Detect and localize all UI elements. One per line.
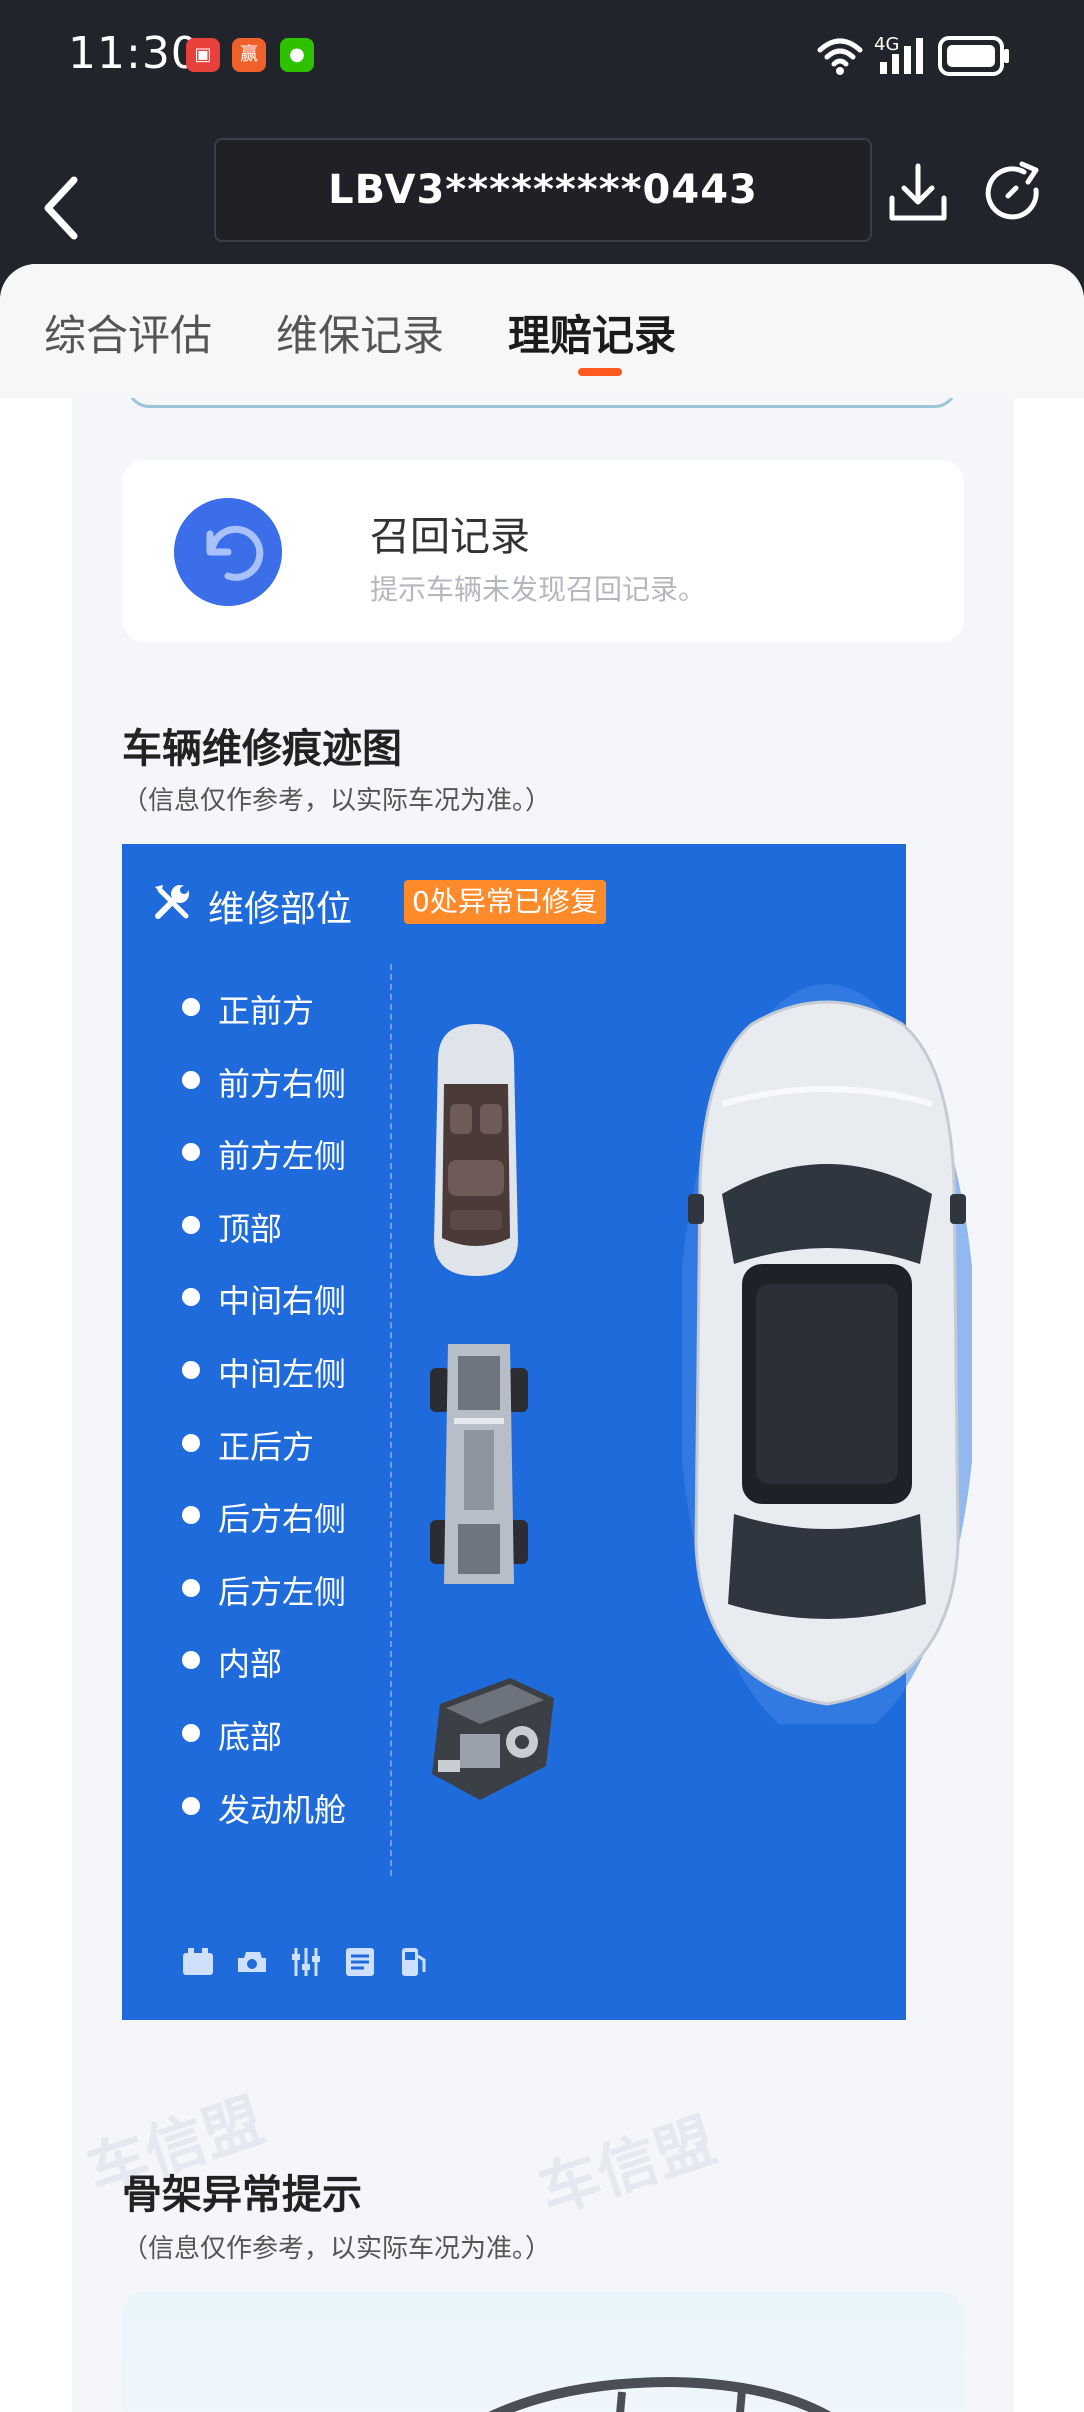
active-tab-indicator: [578, 368, 622, 376]
back-arrow-icon[interactable]: [38, 168, 88, 248]
frame-alert-note: （信息仅作参考，以实际车况为准。）: [122, 2234, 552, 2264]
bullet-dot-icon: [182, 1651, 200, 1670]
bullet-dot-icon: [182, 1506, 200, 1525]
recall-record-card[interactable]: 召回记录 提示车辆未发现召回记录。: [122, 460, 964, 642]
wechat-icon: ●: [280, 38, 314, 72]
right-gutter: [1014, 398, 1084, 2412]
watermark: 车信盟: [531, 2105, 725, 2228]
panel-divider: [390, 964, 392, 1876]
top-bar: LBV3*********0443: [0, 110, 1084, 270]
left-gutter: [0, 398, 72, 2412]
repair-part-label: 后方左侧: [218, 1572, 347, 1611]
document-icon: [346, 1948, 374, 1976]
tab-bar: 综合评估 维保记录 理赔记录: [0, 264, 1084, 398]
repair-part-label: 正前方: [218, 992, 315, 1030]
tab-overall-assessment[interactable]: 综合评估: [44, 302, 212, 363]
bullet-dot-icon: [182, 1578, 200, 1597]
repair-part-label: 底部: [218, 1718, 283, 1756]
repair-status-badge: 0处异常已修复: [404, 880, 606, 924]
repair-part-label: 中间右侧: [218, 1282, 347, 1321]
bullet-dot-icon: [182, 1215, 200, 1234]
game-app-icon: 赢: [232, 38, 266, 72]
status-time: 11:30: [68, 28, 200, 79]
frame-diagram-card: [122, 2292, 964, 2412]
recall-return-icon: [174, 498, 282, 606]
repair-part-label: 发动机舱: [218, 1790, 347, 1829]
previous-card-edge: [127, 398, 957, 408]
bullet-dot-icon: [182, 1433, 200, 1452]
settings-sliders-icon: [292, 1948, 320, 1976]
report-sheet: 综合评估 维保记录 理赔记录 车信盟 车信盟 车信盟 召回记录 提示车辆未发现召…: [0, 264, 1084, 2412]
refresh-icon[interactable]: [980, 160, 1048, 228]
repair-map-title: 车辆维修痕迹图: [122, 726, 402, 772]
frame-alert-title: 骨架异常提示: [122, 2172, 362, 2218]
tab-claim-records[interactable]: 理赔记录: [508, 302, 676, 363]
bullet-dot-icon: [182, 1361, 200, 1379]
status-bar: 11:30 ▣ 赢 ● 4G: [0, 0, 1084, 110]
wifi-icon: [817, 38, 863, 75]
wrench-screwdriver-icon: [155, 885, 189, 919]
car-top-view-image: [682, 984, 972, 1724]
repair-part-label: 前方右侧: [218, 1064, 347, 1103]
repair-map-note: （信息仅作参考，以实际车况为准。）: [122, 786, 552, 816]
repair-part-label: 内部: [218, 1645, 283, 1684]
repair-map-panel: 维修部位 0处异常已修复 正前方前方右侧前方左侧顶部中间右侧中间左侧正后方后方右…: [122, 844, 972, 2020]
battery-icon: [938, 36, 1009, 76]
engine-check-icon: [238, 1952, 266, 1972]
fuel-pump-icon: [402, 1948, 426, 1976]
huawei-store-icon: ▣: [186, 38, 220, 72]
bullet-dot-icon: [182, 1796, 200, 1815]
bullet-dot-icon: [182, 1070, 200, 1089]
recall-title: 召回记录: [370, 514, 530, 560]
bullet-dot-icon: [182, 1724, 200, 1742]
chassis-view-image: [430, 1344, 528, 1584]
bullet-dot-icon: [182, 1143, 200, 1162]
battery-check-icon: [183, 1948, 213, 1975]
repair-part-label: 后方右侧: [218, 1500, 347, 1539]
car-frame-image: [488, 2376, 831, 2412]
repair-part-label: 顶部: [218, 1209, 283, 1248]
repair-part-label: 前方左侧: [218, 1137, 347, 1176]
download-icon[interactable]: [884, 160, 952, 228]
vin-field: LBV3*********0443: [214, 138, 872, 242]
bullet-dot-icon: [182, 1288, 200, 1307]
recall-subtitle: 提示车辆未发现召回记录。: [370, 573, 707, 606]
repair-panel-title: 维修部位: [208, 889, 353, 930]
report-content: 车信盟 车信盟 车信盟 召回记录 提示车辆未发现召回记录。 车辆维修痕迹图 （信…: [72, 398, 1014, 2412]
repair-part-label: 正后方: [218, 1427, 315, 1466]
bullet-dot-icon: [182, 998, 200, 1016]
interior-view-image: [434, 1024, 518, 1276]
engine-view-image: [432, 1678, 554, 1800]
signal-icon: [880, 38, 923, 74]
repair-part-label: 中间左侧: [218, 1355, 347, 1393]
tab-maintenance-records[interactable]: 维保记录: [276, 302, 444, 363]
